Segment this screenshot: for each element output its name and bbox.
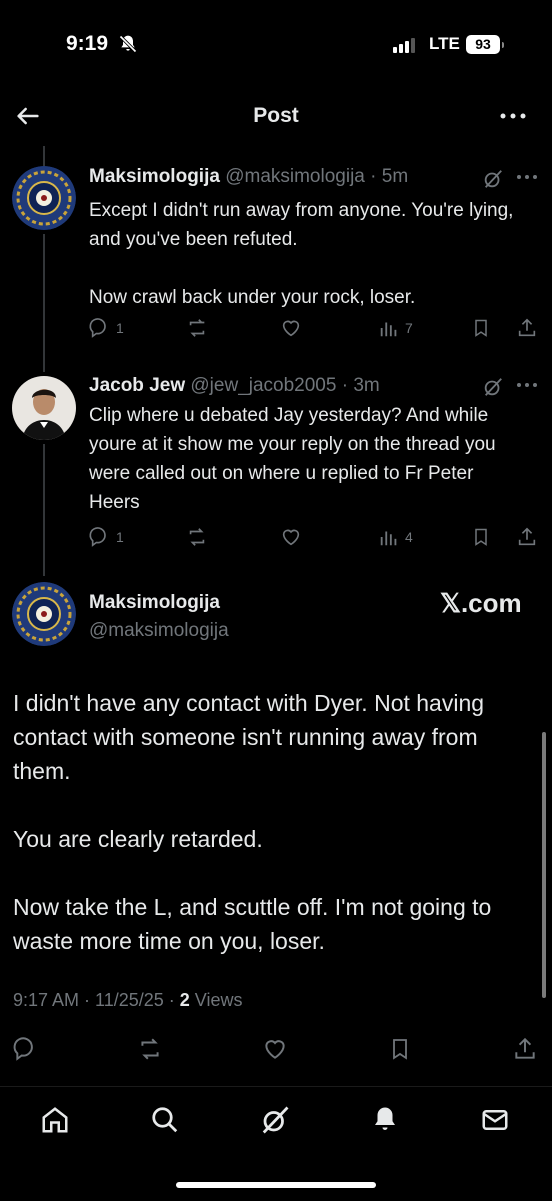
heart-icon bbox=[282, 320, 300, 337]
reply-button[interactable]: 1 bbox=[89, 317, 124, 339]
author-handle[interactable]: @maksimologija bbox=[225, 166, 365, 187]
repost-icon bbox=[189, 319, 205, 337]
post-text: I didn't have any contact with Dyer. Not… bbox=[13, 690, 492, 954]
home-indicator bbox=[176, 1182, 376, 1188]
reply-icon bbox=[89, 527, 106, 547]
bookmark-icon bbox=[393, 1039, 407, 1060]
heart-icon bbox=[282, 529, 300, 546]
views-button[interactable]: 4 bbox=[378, 526, 413, 548]
bookmark-button[interactable] bbox=[471, 526, 491, 548]
avatar[interactable] bbox=[12, 376, 76, 440]
repost-button[interactable] bbox=[137, 1036, 163, 1062]
author-handle[interactable]: @jew_jacob2005 bbox=[190, 375, 336, 396]
more-options-icon[interactable] bbox=[516, 170, 538, 184]
reply-icon bbox=[13, 1037, 33, 1061]
views-button[interactable]: 7 bbox=[378, 317, 413, 339]
bookmark-icon bbox=[475, 528, 487, 546]
views-icon bbox=[380, 531, 397, 546]
x-com-watermark: 𝕏.com bbox=[440, 588, 522, 618]
bookmark-icon bbox=[475, 319, 487, 337]
bookmark-button[interactable] bbox=[471, 317, 491, 339]
avatar[interactable] bbox=[12, 582, 76, 646]
views-label: Views bbox=[189, 990, 243, 1010]
repost-icon bbox=[141, 1038, 159, 1060]
views-count: 2 bbox=[179, 990, 190, 1010]
signal-icon bbox=[393, 38, 415, 53]
like-button[interactable] bbox=[280, 526, 302, 548]
reply-count: 1 bbox=[116, 320, 124, 336]
author-name[interactable]: Jacob Jew bbox=[89, 375, 185, 396]
bell-off-icon bbox=[118, 34, 138, 54]
tweet-text: Clip where u debated Jay yesterday? And … bbox=[89, 405, 496, 513]
repost-button[interactable] bbox=[186, 317, 208, 339]
separator-dot: · bbox=[364, 166, 382, 187]
reply-count: 1 bbox=[116, 529, 124, 545]
page-title: Post bbox=[253, 104, 299, 127]
battery-tip bbox=[502, 42, 504, 48]
share-button[interactable] bbox=[516, 317, 538, 339]
view-count: 7 bbox=[405, 320, 413, 336]
author-name[interactable]: Maksimologija bbox=[89, 592, 220, 614]
thread-line bbox=[43, 444, 45, 576]
share-button[interactable] bbox=[516, 526, 538, 548]
separator-dot: · bbox=[336, 375, 354, 396]
messages-icon[interactable] bbox=[480, 1105, 510, 1135]
thread-line bbox=[43, 146, 45, 166]
reply-button[interactable] bbox=[13, 1036, 39, 1062]
scrollbar[interactable] bbox=[542, 732, 546, 998]
repost-button[interactable] bbox=[186, 526, 208, 548]
more-options-icon[interactable] bbox=[516, 378, 538, 392]
post-age: 5m bbox=[381, 166, 409, 187]
thread-line bbox=[43, 234, 45, 372]
bookmark-button[interactable] bbox=[388, 1036, 412, 1062]
author-handle[interactable]: @maksimologija bbox=[89, 620, 229, 642]
share-icon bbox=[518, 318, 536, 337]
reply-button[interactable]: 1 bbox=[89, 526, 124, 548]
battery-indicator: 93 bbox=[466, 35, 500, 54]
network-label: LTE bbox=[429, 34, 460, 53]
heart-icon bbox=[265, 1040, 285, 1059]
more-options-icon[interactable] bbox=[499, 104, 527, 128]
view-count: 4 bbox=[405, 529, 413, 545]
reply-icon bbox=[89, 318, 106, 338]
status-time: 9:19 bbox=[66, 32, 109, 55]
search-icon[interactable] bbox=[150, 1105, 180, 1135]
author-name[interactable]: Maksimologija bbox=[89, 166, 220, 187]
grok-icon[interactable] bbox=[482, 376, 504, 398]
like-button[interactable] bbox=[262, 1036, 288, 1062]
share-button[interactable] bbox=[512, 1036, 538, 1062]
views-icon bbox=[380, 322, 397, 337]
avatar[interactable] bbox=[12, 166, 76, 230]
like-button[interactable] bbox=[280, 317, 302, 339]
timestamp-text: 9:17 AM · 11/25/25 · bbox=[13, 990, 180, 1010]
post-age: 3m bbox=[353, 375, 380, 396]
share-icon bbox=[515, 1037, 535, 1059]
grok-icon[interactable] bbox=[260, 1105, 290, 1135]
notifications-icon[interactable] bbox=[370, 1105, 400, 1135]
grok-icon[interactable] bbox=[482, 168, 504, 190]
share-icon bbox=[518, 527, 536, 546]
tweet-text: Except I didn't run away from anyone. Yo… bbox=[89, 200, 514, 308]
post-timestamp: 9:17 AM · 11/25/25 · 2 Views bbox=[13, 990, 242, 1011]
home-icon[interactable] bbox=[40, 1105, 70, 1135]
repost-icon bbox=[189, 528, 205, 546]
